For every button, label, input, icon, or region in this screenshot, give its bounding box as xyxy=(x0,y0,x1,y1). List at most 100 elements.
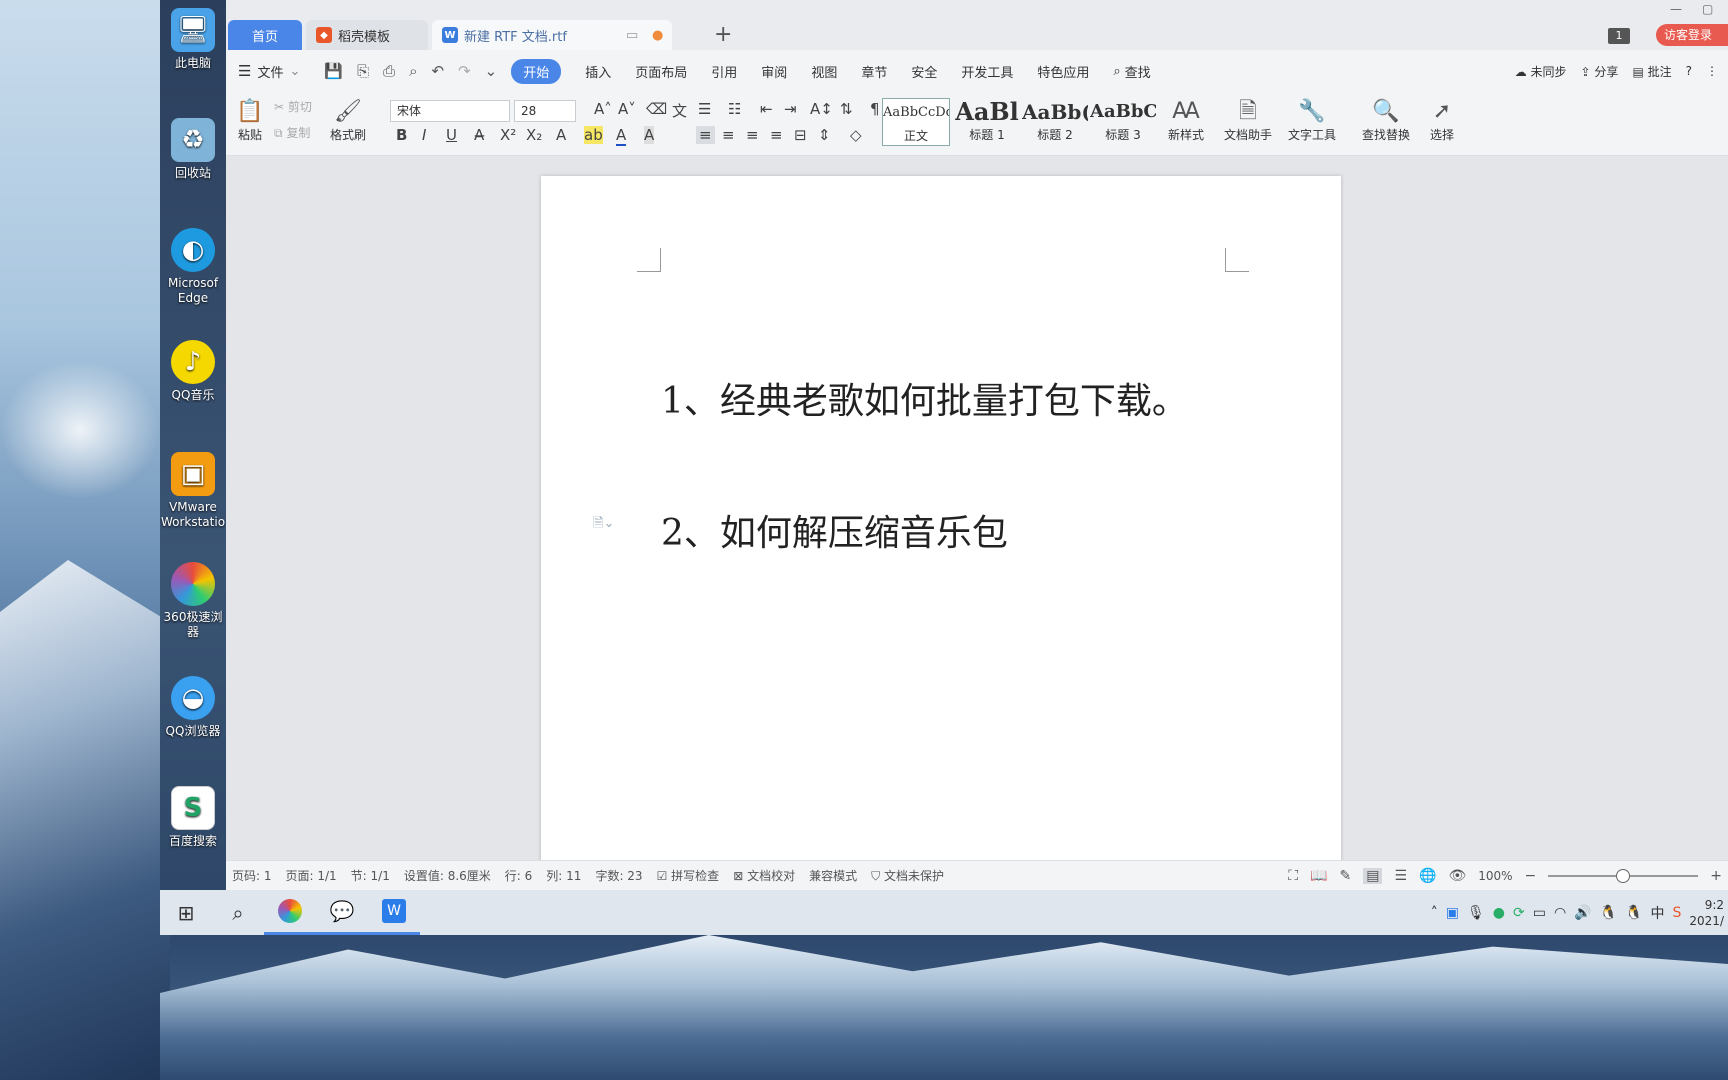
line-spacing-icon[interactable]: ⇕ xyxy=(818,126,831,144)
menu-home-tab[interactable]: 开始 xyxy=(511,58,562,84)
new-style-button[interactable]: Ꜳ 新样式 xyxy=(1162,98,1210,143)
strikethrough-icon[interactable]: A̶ xyxy=(474,126,484,144)
share-button[interactable]: ⇪ 分享 xyxy=(1581,63,1619,80)
start-button[interactable]: ⊞ xyxy=(160,890,212,935)
font-name-select[interactable]: 宋体 xyxy=(390,100,510,122)
highlight-icon[interactable]: ab xyxy=(584,126,603,144)
text-tools-button[interactable]: 🔧 文字工具 xyxy=(1282,98,1342,143)
desktop-icon-vmware[interactable]: ▣ VMware Workstatio xyxy=(160,452,226,530)
paragraph-2[interactable]: 2、如何解压缩音乐包 xyxy=(661,504,1008,556)
find-replace-button[interactable]: 🔍 查找替换 xyxy=(1356,98,1416,143)
minimize-icon[interactable]: — xyxy=(1670,2,1682,16)
desktop-icon-baidu-search[interactable]: S 百度搜索 xyxy=(160,786,226,849)
wifi-icon[interactable]: ◠ xyxy=(1554,905,1566,921)
maximize-icon[interactable]: ▢ xyxy=(1702,2,1713,16)
more-icon[interactable]: ⋮ xyxy=(1706,64,1718,78)
status-pages[interactable]: 页面: 1/1 xyxy=(286,867,337,884)
paste-button[interactable]: 📋 粘贴 xyxy=(232,98,268,143)
align-left-icon[interactable]: ≡ xyxy=(696,126,715,144)
taskbar-search-button[interactable]: ⌕ xyxy=(212,890,264,935)
meeting-icon[interactable]: ▣ xyxy=(1446,905,1459,921)
menu-chapter-tab[interactable]: 章节 xyxy=(861,62,887,81)
menu-search[interactable]: ⌕ 查找 xyxy=(1113,62,1150,81)
spellcheck-button[interactable]: ☑ 拼写检查 xyxy=(657,867,720,884)
char-shading-icon[interactable]: A xyxy=(644,126,655,144)
cut-button[interactable]: ✂ 剪切 xyxy=(274,98,312,115)
sync-tray-icon[interactable]: ⟳ xyxy=(1513,905,1525,921)
phonetic-guide-icon[interactable]: 文 xyxy=(672,100,687,121)
protect-button[interactable]: ⛉ 文档未保护 xyxy=(871,867,944,884)
qq-tray-icon[interactable]: 🐧 xyxy=(1600,905,1617,921)
status-section[interactable]: 节: 1/1 xyxy=(351,867,390,884)
paragraph-1[interactable]: 1、经典老歌如何批量打包下载。 xyxy=(661,372,1188,424)
zoom-slider[interactable] xyxy=(1548,869,1699,883)
tab-templates[interactable]: ◆ 稻壳模板 xyxy=(306,20,428,50)
ime-indicator[interactable]: 中 xyxy=(1651,903,1665,923)
align-center-icon[interactable]: ≡ xyxy=(722,126,735,144)
zoom-slider-thumb[interactable] xyxy=(1616,869,1631,883)
style-heading-3[interactable]: AaBbC 标题 3 xyxy=(1090,98,1156,146)
qq-tray-icon-2[interactable]: 🐧 xyxy=(1625,905,1642,921)
show-marks-icon[interactable]: ¶ xyxy=(870,100,880,118)
taskbar-wps-writer[interactable]: W xyxy=(368,890,420,935)
style-heading-2[interactable]: AaBb( 标题 2 xyxy=(1022,98,1088,146)
redo-icon[interactable]: ↷ xyxy=(458,62,471,80)
customize-toolbar-icon[interactable]: ⌄ xyxy=(485,62,498,80)
desktop-icon-recycle-bin[interactable]: ♻ 回收站 xyxy=(160,118,226,181)
export-pdf-icon[interactable]: ⎘ xyxy=(357,62,369,80)
superscript-icon[interactable]: X² xyxy=(500,126,516,144)
zoom-out-icon[interactable]: − xyxy=(1525,868,1537,884)
decrease-indent-icon[interactable]: ⇤ xyxy=(760,100,773,118)
menu-special-apps-tab[interactable]: 特色应用 xyxy=(1037,62,1089,81)
help-icon[interactable]: ? xyxy=(1686,64,1692,78)
status-word-count[interactable]: 字数: 23 xyxy=(595,867,642,884)
bullet-list-icon[interactable]: ☰ xyxy=(698,100,711,118)
taskbar-wechat[interactable]: 💬 xyxy=(316,890,368,935)
system-clock[interactable]: 9:2 2021/ xyxy=(1689,897,1724,929)
proofread-button[interactable]: ⊠ 文档校对 xyxy=(733,867,795,884)
menu-references-tab[interactable]: 引用 xyxy=(711,62,737,81)
font-size-select[interactable]: 28 xyxy=(514,100,576,122)
window-count-badge[interactable]: 1 xyxy=(1608,28,1630,44)
desktop-icon-qq-browser[interactable]: ◒ QQ浏览器 xyxy=(160,676,226,739)
volume-icon[interactable]: 🔊 xyxy=(1574,905,1591,921)
menu-view-tab[interactable]: 视图 xyxy=(811,62,837,81)
status-setting[interactable]: 设置值: 8.6厘米 xyxy=(404,867,491,884)
numbered-list-icon[interactable]: ☷ xyxy=(728,100,741,118)
desktop-icon-360-browser[interactable]: 360极速浏 器 xyxy=(160,562,226,640)
paragraph-handle-icon[interactable]: 🗎⌄ xyxy=(593,514,614,536)
font-color-icon[interactable]: A xyxy=(616,126,627,146)
increase-indent-icon[interactable]: ⇥ xyxy=(784,100,797,118)
subscript-icon[interactable]: X₂ xyxy=(526,126,542,144)
edit-mode-icon[interactable]: ✎ xyxy=(1339,868,1351,884)
wechat-tray-icon[interactable]: ● xyxy=(1493,905,1505,921)
clear-format-icon[interactable]: ⌫ xyxy=(646,100,667,118)
sogou-ime-icon[interactable]: S xyxy=(1673,905,1682,921)
italic-icon[interactable]: I xyxy=(422,126,426,144)
eye-protection-icon[interactable]: 👁 xyxy=(1448,868,1466,884)
web-view-icon[interactable]: 🌐 xyxy=(1419,868,1436,884)
microphone-icon[interactable]: 🎙 xyxy=(1467,905,1485,921)
save-icon[interactable]: 💾 xyxy=(324,62,343,80)
menu-review-tab[interactable]: 审阅 xyxy=(761,62,787,81)
distributed-icon[interactable]: ⊟ xyxy=(794,126,807,144)
underline-icon[interactable]: U xyxy=(446,126,457,144)
undo-icon[interactable]: ↶ xyxy=(432,62,445,80)
show-hidden-icons[interactable]: ˄ xyxy=(1431,905,1438,921)
print-preview-icon[interactable]: ⌕ xyxy=(409,62,417,80)
status-page-code[interactable]: 页码: 1 xyxy=(232,867,272,884)
guest-login-button[interactable]: 访客登录 xyxy=(1656,24,1728,46)
text-effect-icon[interactable]: A xyxy=(556,126,566,144)
fullscreen-icon[interactable]: ⛶ xyxy=(1288,868,1298,884)
menu-page-layout-tab[interactable]: 页面布局 xyxy=(635,62,687,81)
zoom-level[interactable]: 100% xyxy=(1478,869,1512,883)
increase-font-icon[interactable]: A˄ xyxy=(594,100,612,118)
status-col[interactable]: 列: 11 xyxy=(546,867,581,884)
battery-icon[interactable]: ▭ xyxy=(1533,905,1546,921)
doc-assistant-button[interactable]: 🗎 文档助手 xyxy=(1220,98,1276,143)
decrease-font-icon[interactable]: A˅ xyxy=(618,100,636,118)
style-normal[interactable]: AaBbCcDd 正文 xyxy=(882,98,950,146)
outline-view-icon[interactable]: ☰ xyxy=(1394,868,1407,884)
justify-icon[interactable]: ≡ xyxy=(770,126,783,144)
menu-insert-tab[interactable]: 插入 xyxy=(585,62,611,81)
